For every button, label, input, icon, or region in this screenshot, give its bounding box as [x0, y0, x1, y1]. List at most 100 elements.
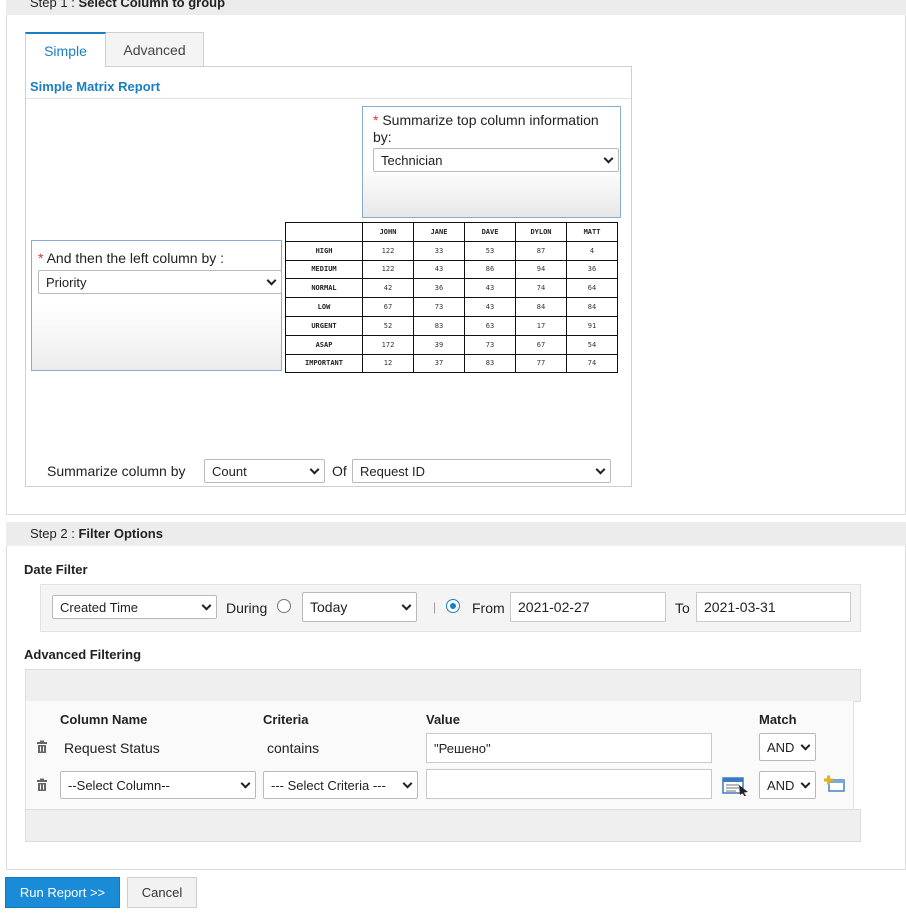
add-filter-icon[interactable] — [824, 775, 846, 793]
matrix-cell: 83 — [413, 315, 465, 336]
matrix-cell: 53 — [464, 240, 516, 261]
advanced-bottom-bar — [25, 809, 861, 842]
matrix-cell: 67 — [515, 334, 567, 355]
matrix-cell: 42 — [362, 278, 414, 299]
top-column-value: Technician — [381, 152, 443, 168]
summarize-label: Summarize column by — [47, 463, 186, 479]
top-column-label-text: Summarize top column information by: — [373, 112, 599, 145]
from-date-value: 2021-02-27 — [518, 599, 590, 615]
matrix-col-header: MATT — [566, 222, 618, 242]
tab-advanced[interactable]: Advanced — [106, 32, 204, 67]
filter-row2-column: --Select Column-- — [68, 777, 170, 793]
step1-title: Select Column to group — [78, 0, 226, 10]
matrix-row: IMPORTANT 12 37 83 77 74 — [285, 353, 618, 374]
filter-row1-column: Request Status — [64, 740, 160, 756]
matrix-cell: 77 — [515, 353, 567, 374]
filter-row2-value-input[interactable] — [426, 769, 712, 799]
matrix-cell: 17 — [515, 315, 567, 336]
match-header: Match — [759, 712, 797, 727]
filter-row2-criteria: --- Select Criteria --- — [271, 777, 386, 793]
of-select[interactable]: Request ID — [352, 459, 611, 483]
matrix-cell: 84 — [566, 297, 618, 317]
matrix-cell: 43 — [464, 297, 516, 317]
left-column-select[interactable]: Priority — [38, 270, 282, 294]
step1-bottom-line — [6, 514, 906, 515]
matrix-cell: 36 — [413, 278, 465, 299]
trash-icon[interactable] — [35, 740, 49, 754]
matrix-cell: 54 — [566, 334, 618, 355]
matrix-cell: 87 — [515, 240, 567, 261]
matrix-col-header: DAVE — [464, 222, 516, 242]
column-name-header: Column Name — [60, 712, 148, 727]
filter-row2-criteria-select[interactable]: --- Select Criteria --- — [263, 771, 418, 799]
matrix-row: MEDIUM 122 43 86 94 36 — [285, 259, 618, 280]
to-date-input[interactable]: 2021-03-31 — [696, 592, 851, 622]
title-divider — [26, 98, 631, 99]
filter-row1-value-input[interactable]: "Решено" — [426, 733, 712, 763]
matrix-cell: 67 — [362, 297, 414, 317]
from-radio[interactable] — [446, 599, 460, 613]
chevron-down-icon — [603, 153, 614, 164]
matrix-cell: 94 — [515, 259, 567, 280]
matrix-cell: 36 — [566, 259, 618, 280]
matrix-row-header: LOW — [285, 297, 363, 317]
left-column-label: * And then the left column by : — [38, 250, 224, 266]
step1-sep: : — [67, 0, 79, 10]
matrix-row: LOW 67 73 43 84 84 — [285, 297, 618, 317]
filter-row2-match-select[interactable]: AND — [759, 771, 816, 799]
matrix-cell: 33 — [413, 240, 465, 261]
matrix-preview: JOHN JANE DAVE DYLON MATT HIGH 122 33 53… — [285, 222, 618, 374]
trash-icon[interactable] — [35, 778, 49, 792]
required-asterisk: * — [38, 250, 44, 266]
value-picker-icon[interactable] — [722, 776, 750, 796]
date-column-select[interactable]: Created Time — [52, 595, 217, 619]
from-date-input[interactable]: 2021-02-27 — [510, 592, 666, 622]
step2-title: Filter Options — [78, 526, 163, 541]
matrix-cell: 122 — [362, 240, 414, 261]
matrix-row-header: URGENT — [285, 315, 363, 336]
during-select[interactable]: Today — [302, 592, 417, 622]
matrix-cell: 52 — [362, 315, 414, 336]
step2-sep: : — [67, 526, 79, 541]
during-radio[interactable] — [277, 599, 291, 613]
cancel-button[interactable]: Cancel — [127, 877, 197, 908]
matrix-cell: 74 — [566, 353, 618, 374]
matrix-col-header: JOHN — [362, 222, 414, 242]
matrix-row: ASAP 172 39 73 67 54 — [285, 334, 618, 355]
run-report-button[interactable]: Run Report >> — [5, 877, 120, 908]
filter-row1-value: "Решено" — [434, 740, 491, 756]
chevron-down-icon — [402, 778, 413, 789]
chevron-down-icon — [401, 600, 412, 611]
chevron-down-icon — [595, 464, 606, 475]
date-column-value: Created Time — [60, 599, 139, 615]
matrix-row-header: MEDIUM — [285, 259, 363, 280]
chevron-down-icon — [240, 778, 251, 789]
from-label: From — [472, 600, 505, 616]
matrix-cell: 74 — [515, 278, 567, 299]
matrix-cell: 122 — [362, 259, 414, 280]
matrix-col-header: DYLON — [515, 222, 567, 242]
matrix-cell: 86 — [464, 259, 516, 280]
summarize-select[interactable]: Count — [204, 459, 325, 483]
chevron-down-icon — [800, 740, 811, 751]
step2-prefix: Step 2 — [30, 526, 68, 541]
chevron-down-icon — [201, 600, 212, 611]
filter-row2-match: AND — [767, 777, 795, 793]
filter-row2-column-select[interactable]: --Select Column-- — [60, 771, 256, 799]
required-asterisk: * — [373, 112, 379, 128]
matrix-row: URGENT 52 83 63 17 91 — [285, 315, 618, 336]
filter-row1-criteria: contains — [267, 740, 320, 756]
matrix-cell: 172 — [362, 334, 414, 355]
matrix-cell: 91 — [566, 315, 618, 336]
tab-simple[interactable]: Simple — [25, 32, 106, 67]
top-column-select[interactable]: Technician — [373, 148, 619, 172]
left-column-label-text: And then the left column by : — [46, 250, 225, 266]
top-column-label: * Summarize top column information by: — [373, 112, 613, 146]
matrix-cell: 64 — [566, 278, 618, 299]
chevron-down-icon — [309, 464, 320, 475]
matrix-col-header: JANE — [413, 222, 465, 242]
criteria-header: Criteria — [263, 712, 309, 727]
matrix-row: HIGH 122 33 53 87 4 — [285, 240, 618, 261]
matrix-cell: 73 — [464, 334, 516, 355]
filter-row1-match-select[interactable]: AND — [759, 733, 816, 761]
